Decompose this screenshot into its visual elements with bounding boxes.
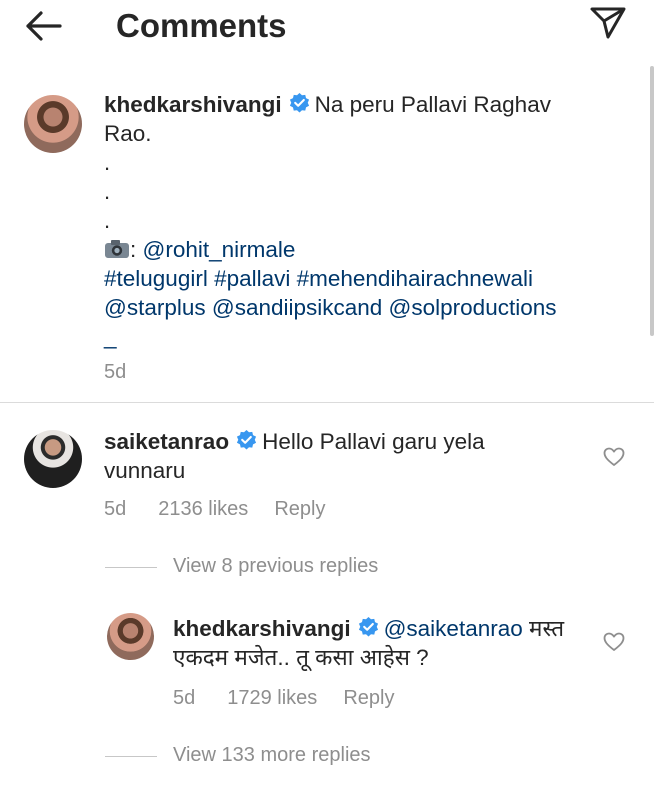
page-title: Comments: [116, 7, 287, 44]
comment-likes[interactable]: 2136 likes: [158, 498, 248, 520]
caption-text: khedkarshivangi Na peru Pallavi Raghav Ra…: [104, 90, 624, 351]
reply-button[interactable]: Reply: [274, 498, 325, 520]
avatar[interactable]: [24, 95, 82, 153]
caption-time: 5d: [104, 361, 127, 383]
camera-colon: :: [130, 237, 137, 262]
camera-icon: [105, 240, 129, 258]
divider: [105, 756, 157, 757]
back-arrow-icon[interactable]: [24, 9, 64, 43]
reply-mention[interactable]: @saiketanrao: [384, 616, 523, 641]
heart-icon[interactable]: [603, 632, 625, 652]
paper-plane-icon[interactable]: [588, 5, 628, 41]
comment-meta: 5d 2136 likes Reply: [104, 496, 351, 522]
reply-time: 5d: [173, 687, 196, 709]
divider: [0, 402, 654, 403]
heart-icon[interactable]: [603, 447, 625, 467]
reply-line2: एकदम मजेत.. तू कसा आहेस ?: [173, 645, 429, 670]
view-previous-replies[interactable]: View 8 previous replies: [173, 555, 378, 578]
verified-badge-icon: [236, 429, 257, 450]
comment-line2: vunnaru: [104, 458, 186, 483]
reply-likes[interactable]: 1729 likes: [227, 687, 317, 709]
comment-username[interactable]: saiketanrao: [104, 429, 229, 454]
reply-text: khedkarshivangi @saiketanrao मस्त एकदम मज…: [173, 614, 593, 672]
avatar[interactable]: [107, 613, 154, 660]
caption-line2: Rao.: [104, 121, 152, 146]
comment-line1: Hello Pallavi garu yela: [262, 429, 485, 454]
caption-dot: .: [104, 179, 111, 204]
avatar[interactable]: [24, 430, 82, 488]
caption-username[interactable]: khedkarshivangi: [104, 92, 282, 117]
divider: [105, 567, 157, 568]
caption-mentions[interactable]: @starplus @sandiipsikcand @solproduction…: [104, 293, 624, 322]
caption-dot: .: [104, 208, 111, 233]
photographer-mention[interactable]: @rohit_nirmale: [143, 237, 296, 262]
view-more-replies[interactable]: View 133 more replies: [173, 744, 371, 767]
caption-dot: .: [104, 150, 111, 175]
verified-badge-icon: [289, 92, 309, 113]
verified-badge-icon: [358, 616, 378, 637]
reply-meta: 5d 1729 likes Reply: [173, 685, 420, 711]
caption-line1: Na peru Pallavi Raghav: [314, 92, 551, 117]
reply-line1-rest: मस्त: [529, 616, 565, 641]
caption-hashtags[interactable]: #telugugirl #pallavi #mehendihairachnewa…: [104, 264, 624, 293]
reply-username[interactable]: khedkarshivangi: [173, 616, 351, 641]
reply-button[interactable]: Reply: [343, 687, 394, 709]
caption-trailing: _: [104, 324, 117, 349]
scrollbar[interactable]: [650, 66, 654, 336]
comment-text: saiketanrao Hello Pallavi garu yela vunna…: [104, 427, 584, 485]
comment-time: 5d: [104, 498, 127, 520]
